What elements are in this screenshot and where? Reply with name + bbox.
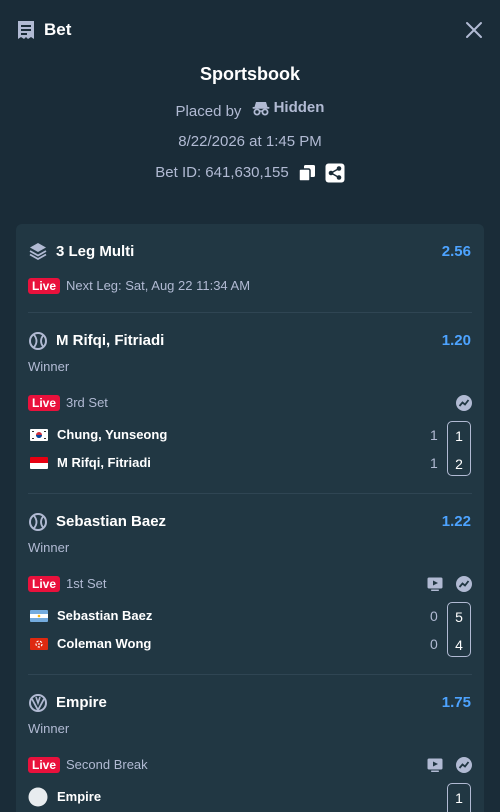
leg-odds: 1.75 (441, 694, 471, 711)
leg-odds: 1.20 (441, 332, 471, 349)
layers-icon (29, 243, 47, 261)
set-score: 5 (455, 609, 463, 625)
stats-icon (456, 576, 472, 592)
leg-status: 3rd Set (66, 395, 108, 410)
stats-button[interactable] (456, 576, 472, 597)
stats-button[interactable] (456, 395, 472, 416)
set-score: 4 (455, 637, 463, 653)
copy-button[interactable] (297, 164, 316, 182)
set-score: 2 (455, 456, 463, 472)
team-logo-icon (28, 787, 48, 807)
share-icon (325, 163, 345, 183)
stats-icon (456, 395, 472, 411)
next-leg-text: Next Leg: Sat, Aug 22 11:34 AM (66, 278, 251, 293)
divider (28, 493, 472, 494)
player-name: M Rifqi, Fitriadi (57, 455, 151, 470)
set-score: 1 (455, 790, 463, 806)
share-button[interactable] (325, 163, 345, 183)
leg-odds: 1.22 (441, 513, 471, 530)
player-score: 1 (430, 427, 438, 443)
tennis-ball-icon (29, 513, 47, 531)
multi-title: 3 Leg Multi (56, 243, 135, 260)
bet-slip-icon (18, 21, 34, 39)
watch-stream-button[interactable] (427, 757, 443, 778)
live-badge: Live (28, 395, 61, 411)
divider (28, 674, 472, 675)
watch-stream-button[interactable] (427, 576, 443, 597)
leg-market: Winner (28, 540, 70, 555)
stats-button[interactable] (456, 757, 472, 778)
leg-market: Winner (28, 721, 70, 736)
player-name: Chung, Yunseong (57, 427, 168, 442)
live-badge: Live (28, 757, 61, 773)
copy-icon (297, 165, 315, 182)
tv-icon (427, 758, 443, 772)
placed-by-username: Hidden (273, 99, 325, 116)
live-badge: Live (28, 278, 61, 294)
placed-by-user: Hidden (246, 97, 325, 119)
set-score-box: 1 (447, 783, 471, 812)
sportsbook-title: Sportsbook (199, 64, 300, 84)
placed-by-label: Placed by (175, 103, 242, 120)
player-name: Sebastian Baez (57, 608, 153, 623)
leg-status: Second Break (66, 757, 148, 772)
stats-icon (456, 757, 472, 773)
leg-title: Sebastian Baez (56, 513, 167, 530)
indonesia-flag-icon (30, 457, 48, 469)
tennis-ball-icon (29, 332, 47, 350)
leg-market: Winner (28, 359, 70, 374)
bet-id-row: Bet ID: 641,630,155 (0, 162, 500, 184)
player-name: Empire (57, 789, 102, 804)
set-score-box: 1 2 (447, 421, 471, 476)
set-score: 1 (455, 428, 463, 444)
leg-title: M Rifqi, Fitriadi (56, 332, 165, 349)
hong-kong-flag-icon (30, 638, 48, 650)
set-score-box: 5 4 (447, 602, 471, 657)
player-score: 0 (430, 608, 438, 624)
esports-icon (29, 694, 47, 712)
bet-card: 3 Leg Multi 2.56 Live Next Leg: Sat, Aug… (16, 224, 484, 812)
divider (28, 312, 472, 313)
multi-odds: 2.56 (441, 243, 471, 260)
korea-flag-icon (30, 429, 48, 441)
bet-id: Bet ID: 641,630,155 (155, 164, 289, 181)
leg-title: Empire (56, 694, 107, 711)
argentina-flag-icon (30, 610, 48, 622)
header-title: Bet (44, 20, 72, 39)
incognito-icon (252, 102, 270, 116)
tv-icon (427, 577, 443, 591)
placed-by: Placed by Hidden (0, 97, 500, 123)
bet-header: Bet (0, 0, 500, 60)
bet-datetime: 8/22/2026 at 1:45 PM (178, 133, 322, 150)
leg-status: 1st Set (66, 576, 107, 591)
player-name: Coleman Wong (57, 636, 152, 651)
live-badge: Live (28, 576, 61, 592)
player-score: 1 (430, 455, 438, 471)
player-score: 0 (430, 636, 438, 652)
close-icon[interactable] (464, 20, 484, 40)
